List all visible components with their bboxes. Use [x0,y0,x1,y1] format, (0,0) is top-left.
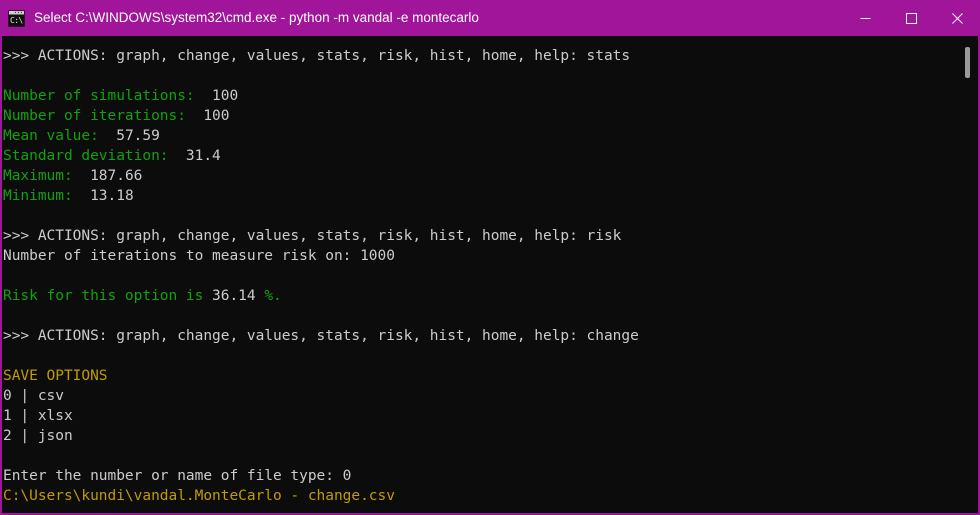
prompt-stats-seg-0: >>> ACTIONS: graph, change, values, stat… [3,48,631,64]
stat-simulations: Number of simulations: 100 [2,86,978,106]
save-options-header-seg-0: SAVE OPTIONS [3,368,108,384]
scrollbar-thumb[interactable] [965,47,970,78]
icon-prompt-text: C:\ [10,15,23,25]
maximize-button[interactable] [888,0,934,36]
save-option-0-seg-0: 0 | csv [3,388,64,404]
file-type-prompt-seg-0: Enter the number or name of file type: 0 [3,468,352,484]
blank-6 [2,446,978,466]
save-options-header: SAVE OPTIONS [2,366,978,386]
prompt-risk-seg-0: >>> ACTIONS: graph, change, values, stat… [3,228,622,244]
stat-stddev-seg-1: 31.4 [177,148,221,164]
stat-maximum: Maximum: 187.66 [2,166,978,186]
stat-maximum-seg-0: Maximum: [3,168,82,184]
console-window: ••• C:\ Select C:\WINDOWS\system32\cmd.e… [0,0,980,515]
save-option-1-seg-0: 1 | xlsx [3,408,73,424]
stat-simulations-seg-0: Number of simulations: [3,88,204,104]
saved-file-path: C:\Users\kundi\vandal.MonteCarlo - chang… [2,486,978,506]
prompt-change-seg-0: >>> ACTIONS: graph, change, values, stat… [3,328,639,344]
stat-minimum-seg-0: Minimum: [3,188,82,204]
stat-simulations-seg-1: 100 [203,88,239,104]
risk-result: Risk for this option is 36.14 %. [2,286,978,306]
save-option-2: 2 | json [2,426,978,446]
stat-mean-seg-1: 57.59 [107,128,160,144]
prompt-stats: >>> ACTIONS: graph, change, values, stat… [2,46,978,66]
saved-file-path-seg-0: C:\Users\kundi\vandal.MonteCarlo - chang… [3,488,395,504]
blank-5 [2,346,978,366]
save-option-1: 1 | xlsx [2,406,978,426]
stat-iterations-seg-0: Number of iterations: [3,108,195,124]
close-button[interactable] [934,0,980,36]
risk-iterations-seg-0: Number of iterations to measure risk on:… [3,248,395,264]
prompt-change: >>> ACTIONS: graph, change, values, stat… [2,326,978,346]
window-title: Select C:\WINDOWS\system32\cmd.exe - pyt… [34,10,479,25]
stat-maximum-seg-1: 187.66 [81,168,143,184]
blank-3 [2,266,978,286]
risk-result-seg-2: %. [264,288,282,304]
minimize-button[interactable] [842,0,888,36]
cmd-exe-icon: ••• C:\ [8,9,25,27]
blank-4 [2,306,978,326]
scrollbar-track[interactable] [960,36,976,513]
terminal-lines: >>> ACTIONS: graph, change, values, stat… [2,46,978,513]
stat-mean: Mean value: 57.59 [2,126,978,146]
terminal-output-area[interactable]: >>> ACTIONS: graph, change, values, stat… [0,36,980,515]
risk-result-seg-0: Risk for this option is [3,288,213,304]
risk-result-seg-1: 36.14 [212,288,265,304]
stat-iterations-seg-1: 100 [194,108,230,124]
file-type-prompt: Enter the number or name of file type: 0 [2,466,978,486]
save-option-2-seg-0: 2 | json [3,428,73,444]
save-option-0: 0 | csv [2,386,978,406]
stat-iterations: Number of iterations: 100 [2,106,978,126]
stat-minimum-seg-1: 13.18 [81,188,134,204]
blank-7 [2,506,978,513]
title-bar[interactable]: ••• C:\ Select C:\WINDOWS\system32\cmd.e… [0,0,980,36]
risk-iterations: Number of iterations to measure risk on:… [2,246,978,266]
stat-stddev: Standard deviation: 31.4 [2,146,978,166]
stat-stddev-seg-0: Standard deviation: [3,148,178,164]
blank-2 [2,206,978,226]
stat-minimum: Minimum: 13.18 [2,186,978,206]
blank-1 [2,66,978,86]
stat-mean-seg-0: Mean value: [3,128,108,144]
prompt-risk: >>> ACTIONS: graph, change, values, stat… [2,226,978,246]
